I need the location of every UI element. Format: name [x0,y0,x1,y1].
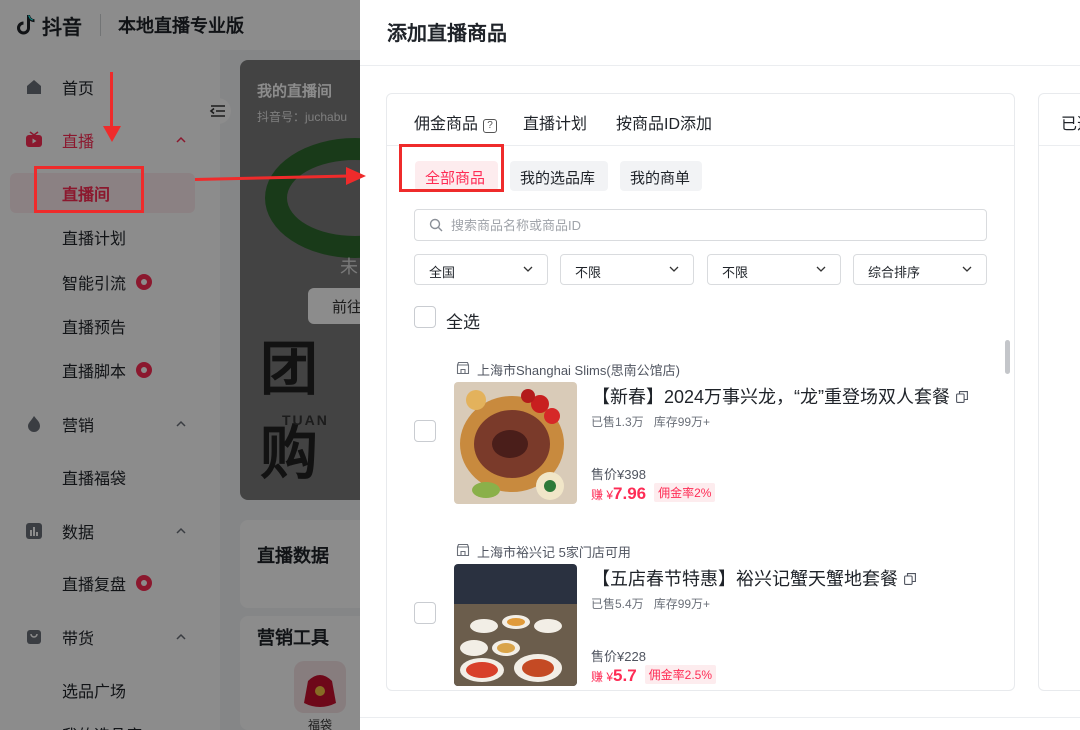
drawer-footer-divider [360,717,1080,718]
annotation-arrowhead-right [346,167,366,185]
commission-badge: 佣金率2.5% [644,665,717,684]
annotation-box-live-room [34,166,144,213]
select-all-checkbox[interactable] [414,306,436,328]
filter-value: 全国 [429,265,456,280]
tab-label: 按商品ID添加 [616,116,713,133]
filter-value: 综合排序 [868,265,921,280]
tab-label: 佣金商品 [414,116,479,133]
shop-name: 上海市裕兴记 5家门店可用 [477,545,631,560]
copy-icon[interactable] [956,391,968,403]
filter-region[interactable]: 全国 [414,254,548,285]
subtab-my-selection[interactable]: 我的选品库 [510,161,608,191]
chevron-down-icon [669,266,679,272]
filter-sort[interactable]: 综合排序 [853,254,987,285]
store-icon [456,361,470,375]
product-stats: 已售1.3万 库存99万+ [591,413,710,430]
selected-tab[interactable]: 已选 [1061,110,1080,134]
commission-badge: 佣金率2% [654,483,716,502]
sold-count: 已售1.3万 [591,415,644,429]
panel-divider [1039,145,1080,146]
product-checkbox[interactable] [414,602,436,624]
earn-prefix: 赚 ¥ [591,670,614,684]
tab-add-by-id[interactable]: 按商品ID添加 [616,110,712,134]
product-earnings: 赚 ¥5.7 佣金率2.5% [591,665,717,685]
product-image[interactable] [454,382,577,504]
earn-prefix: 赚 ¥ [591,488,614,502]
earn-value: 5.7 [613,666,637,685]
stock-count: 库存99万+ [653,415,711,429]
drawer-title: 添加直播商品 [387,23,507,45]
product-photo-icon [454,382,577,504]
chevron-down-icon [523,266,533,272]
filter-value: 不限 [722,265,749,280]
annotation-arrow-down [110,72,113,134]
subtab-my-orders[interactable]: 我的商单 [620,161,702,191]
copy-icon[interactable] [904,573,916,585]
stock-count: 库存99万+ [653,597,711,611]
filter-value: 不限 [575,265,602,280]
product-price: 售价¥398 [591,467,646,482]
product-stats: 已售5.4万 库存99万+ [591,595,710,612]
selected-products-panel: 已选 [1038,93,1080,691]
modal-overlay[interactable] [0,0,360,730]
tab-commission-products[interactable]: 佣金商品? [414,110,498,134]
product-checkbox[interactable] [414,420,436,442]
filter-category[interactable]: 不限 [560,254,694,285]
help-icon[interactable]: ? [483,119,498,133]
product-row: 上海市Shanghai Slims(思南公馆店) 【新春】2024万事兴龙，“龙… [387,361,1014,541]
shop-name: 上海市Shanghai Slims(思南公馆店) [477,363,680,378]
drawer-header: 添加直播商品 [360,0,1080,66]
earn-value: 7.96 [613,484,647,503]
product-source-tabs: 佣金商品? 直播计划 按商品ID添加 [387,94,1014,146]
annotation-arrowhead-down [103,126,121,142]
annotation-box-all-products [399,144,504,192]
product-row: 上海市裕兴记 5家门店可用 【五店春节特惠】裕兴记蟹天蟹地套餐 已售5.4万 库… [387,543,1014,690]
product-earnings: 赚 ¥7.96 佣金率2% [591,483,716,503]
chevron-down-icon [962,266,972,272]
product-search [414,209,987,241]
filter-price[interactable]: 不限 [707,254,841,285]
subtab-label: 我的选品库 [520,170,596,187]
tab-live-plan[interactable]: 直播计划 [523,110,587,134]
tab-label: 直播计划 [523,116,588,133]
select-all-label: 全选 [446,313,480,332]
subtab-label: 我的商单 [630,170,691,187]
search-icon [429,218,443,232]
chevron-down-icon [816,266,826,272]
sold-count: 已售5.4万 [591,597,644,611]
search-input[interactable] [451,212,971,238]
product-price: 售价¥228 [591,649,646,664]
product-title[interactable]: 【五店春节特惠】裕兴记蟹天蟹地套餐 [592,565,916,591]
product-image[interactable] [454,564,577,686]
product-photo-icon [454,564,577,686]
store-icon [456,543,470,557]
product-title-text: 【新春】2024万事兴龙，“龙”重登场双人套餐 [592,387,951,407]
add-product-drawer: 添加直播商品 佣金商品? 直播计划 按商品ID添加 全部商品 我的选品库 我的商… [360,0,1080,730]
product-title[interactable]: 【新春】2024万事兴龙，“龙”重登场双人套餐 [592,383,968,409]
product-title-text: 【五店春节特惠】裕兴记蟹天蟹地套餐 [592,569,898,589]
